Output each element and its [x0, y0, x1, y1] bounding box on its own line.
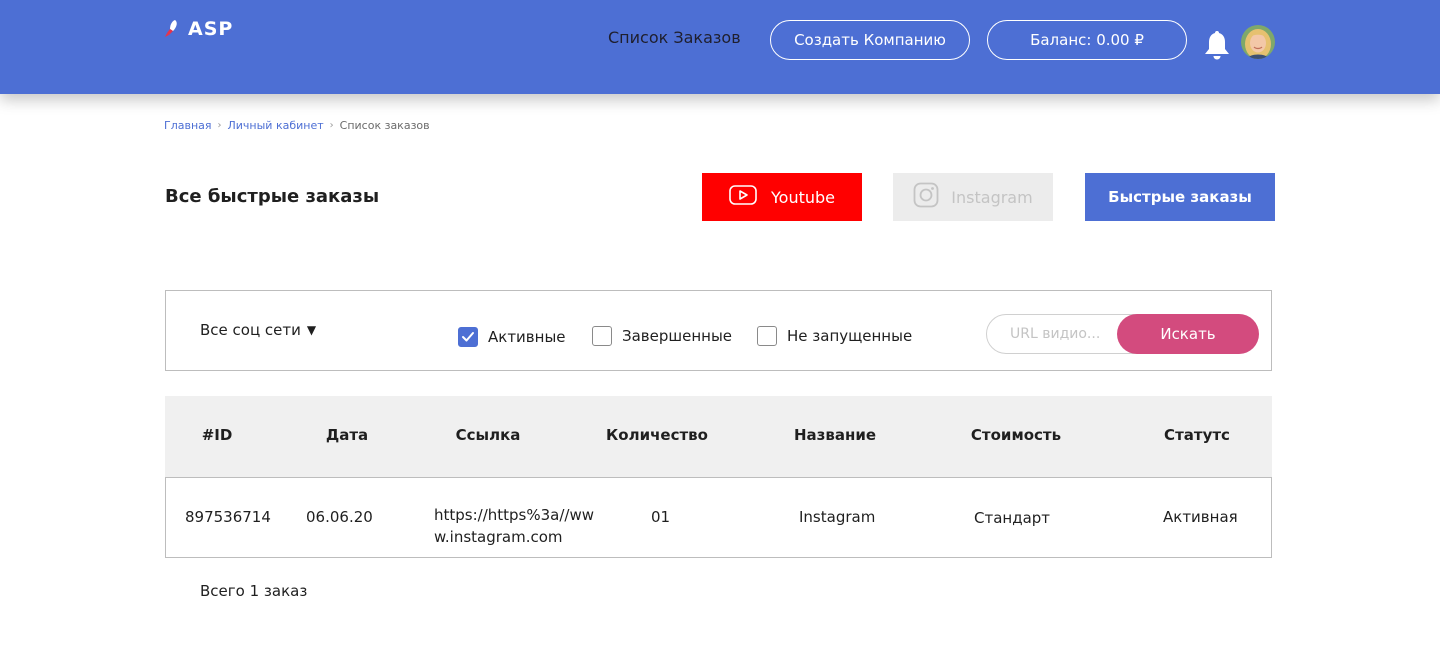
network-select[interactable]: Все соц сети ▼ [200, 321, 316, 339]
avatar[interactable] [1241, 25, 1275, 59]
search-button[interactable]: Искать [1117, 314, 1259, 354]
filter-active-checkbox[interactable]: Активные [458, 327, 566, 347]
column-header-id: #ID [201, 426, 233, 444]
breadcrumb: Главная › Личный кабинет › Список заказо… [164, 119, 430, 132]
filter-finished-checkbox[interactable]: Завершенные [592, 326, 732, 346]
rocket-icon [164, 19, 180, 39]
search-group: Искать [986, 314, 1259, 354]
tab-instagram[interactable]: Instagram [893, 173, 1053, 221]
chevron-right-icon: › [217, 120, 222, 131]
bell-icon[interactable] [1203, 29, 1231, 61]
breadcrumb-cabinet[interactable]: Личный кабинет [228, 119, 324, 132]
chevron-right-icon: › [329, 120, 334, 131]
balance-button[interactable]: Баланс: 0.00 ₽ [987, 20, 1187, 60]
tab-instagram-label: Instagram [951, 187, 1033, 207]
tab-youtube[interactable]: Youtube [702, 173, 862, 221]
column-header-status: Статутс [1164, 426, 1230, 444]
breadcrumb-home[interactable]: Главная [164, 119, 212, 132]
youtube-icon [729, 185, 757, 209]
cell-name: Instagram [799, 508, 876, 526]
column-header-link: Ссылка [455, 426, 521, 444]
cell-id: 897536714 [185, 508, 271, 526]
tab-fast-orders[interactable]: Быстрые заказы [1085, 173, 1275, 221]
orders-total: Всего 1 заказ [200, 582, 308, 600]
table-header: #ID Дата Ссылка Количество Название Стои… [165, 396, 1272, 477]
page-title: Все быстрые заказы [165, 186, 380, 207]
create-company-button[interactable]: Создать Компанию [770, 20, 970, 60]
checkbox-checked-icon[interactable] [458, 327, 478, 347]
column-header-cost: Стоимость [970, 426, 1062, 444]
filter-active-label: Активные [488, 328, 566, 346]
cell-link[interactable]: https://https%3a//www.instagram.com [434, 504, 594, 548]
filter-not-started-checkbox[interactable]: Не запущенные [757, 326, 912, 346]
column-header-date: Дата [325, 426, 369, 444]
filter-not-started-label: Не запущенные [787, 327, 913, 345]
nav-orders-link[interactable]: Список Заказов [608, 28, 741, 47]
breadcrumb-current: Список заказов [339, 119, 430, 132]
url-search-input[interactable] [987, 315, 1127, 353]
filter-panel: Все соц сети ▼ Активные Завершенные Не з… [165, 290, 1272, 371]
logo[interactable]: ASP [164, 18, 233, 40]
column-header-quantity: Количество [606, 426, 708, 444]
tab-youtube-label: Youtube [771, 187, 835, 207]
cell-status: Активная [1163, 508, 1238, 526]
top-header: ASP Список Заказов Создать Компанию Бала… [0, 0, 1440, 94]
cell-date: 06.06.20 [306, 508, 373, 526]
checkbox-empty-icon[interactable] [592, 326, 612, 346]
filter-finished-label: Завершенные [622, 327, 733, 345]
checkbox-empty-icon[interactable] [757, 326, 777, 346]
table-row[interactable]: 897536714 06.06.20 https://https%3a//www… [165, 477, 1272, 558]
network-select-label: Все соц сети [200, 321, 301, 339]
cell-cost: Стандарт [974, 509, 1051, 527]
instagram-icon [913, 182, 939, 212]
caret-down-icon: ▼ [306, 323, 317, 337]
logo-text: ASP [188, 18, 234, 40]
column-header-name: Название [793, 426, 877, 444]
cell-quantity: 01 [651, 508, 671, 526]
